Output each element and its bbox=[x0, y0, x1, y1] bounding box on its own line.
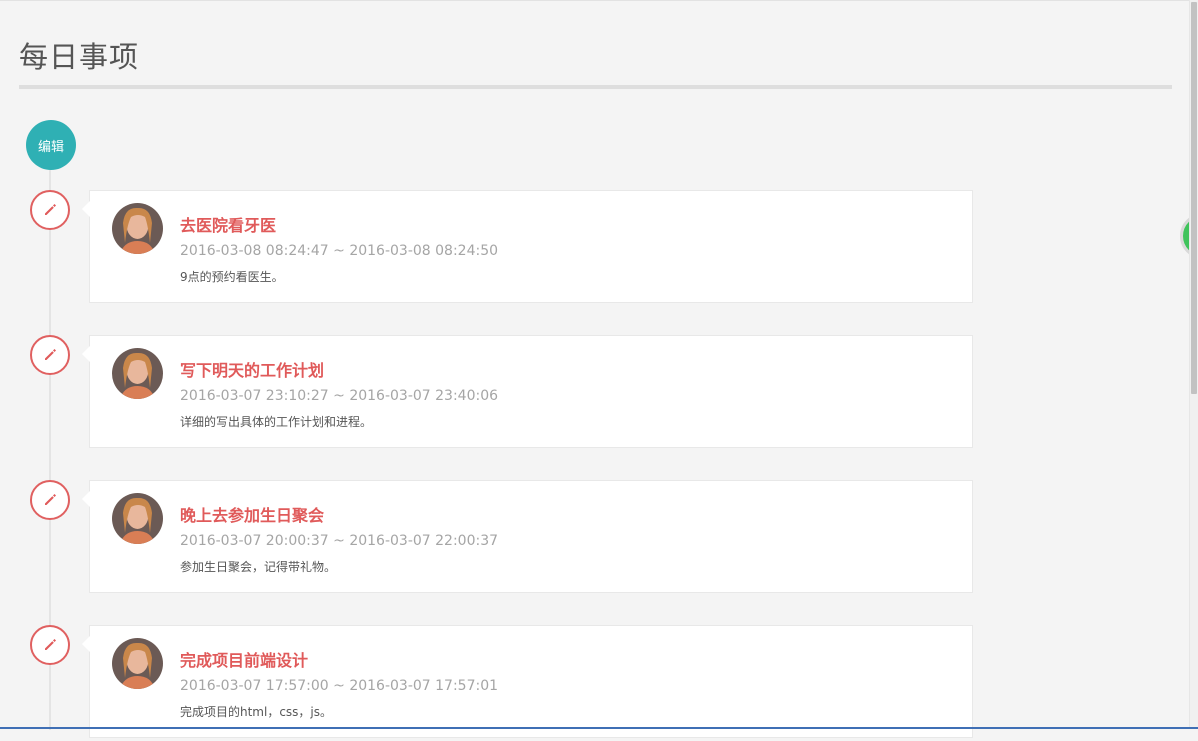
task-description: 完成项目的html，css，js。 bbox=[180, 705, 333, 719]
avatar bbox=[112, 348, 163, 399]
task-title[interactable]: 去医院看牙医 bbox=[180, 212, 276, 236]
task-time-range: 2016-03-07 23:10:27 ~ 2016-03-07 23:40:0… bbox=[180, 388, 499, 404]
avatar bbox=[112, 493, 163, 544]
task-title[interactable]: 写下明天的工作计划 bbox=[180, 357, 324, 381]
task-time-range: 2016-03-07 17:57:00 ~ 2016-03-07 17:57:0… bbox=[180, 678, 499, 694]
timeline-item: 完成项目前端设计 2016-03-07 17:57:00 ~ 2016-03-0… bbox=[0, 625, 1000, 741]
card-pointer bbox=[82, 636, 90, 652]
edit-item-button[interactable] bbox=[30, 625, 70, 665]
task-time-range: 2016-03-08 08:24:47 ~ 2016-03-08 08:24:5… bbox=[180, 243, 499, 259]
scrollbar-thumb[interactable] bbox=[1191, 2, 1197, 394]
edit-item-button[interactable] bbox=[30, 480, 70, 520]
title-divider bbox=[19, 85, 1172, 89]
task-description: 9点的预约看医生。 bbox=[180, 270, 284, 284]
vertical-scrollbar[interactable] bbox=[1189, 0, 1198, 729]
edit-item-button[interactable] bbox=[30, 190, 70, 230]
timeline-item: 写下明天的工作计划 2016-03-07 23:10:27 ~ 2016-03-… bbox=[0, 335, 1000, 451]
task-description: 参加生日聚会，记得带礼物。 bbox=[180, 560, 337, 574]
task-card: 晚上去参加生日聚会 2016-03-07 20:00:37 ~ 2016-03-… bbox=[82, 480, 973, 593]
task-title[interactable]: 晚上去参加生日聚会 bbox=[180, 502, 324, 526]
task-card: 写下明天的工作计划 2016-03-07 23:10:27 ~ 2016-03-… bbox=[82, 335, 973, 448]
pencil-icon bbox=[45, 204, 56, 215]
edit-item-button[interactable] bbox=[30, 335, 70, 375]
task-card: 完成项目前端设计 2016-03-07 17:57:00 ~ 2016-03-0… bbox=[82, 625, 973, 738]
card-pointer bbox=[82, 201, 90, 217]
card-pointer bbox=[82, 491, 90, 507]
edit-button[interactable]: 编辑 bbox=[26, 120, 76, 170]
timeline-item: 晚上去参加生日聚会 2016-03-07 20:00:37 ~ 2016-03-… bbox=[0, 480, 1000, 596]
task-description: 详细的写出具体的工作计划和进程。 bbox=[180, 415, 373, 429]
task-card: 去医院看牙医 2016-03-08 08:24:47 ~ 2016-03-08 … bbox=[82, 190, 973, 303]
top-border bbox=[0, 0, 1190, 1]
task-title[interactable]: 完成项目前端设计 bbox=[180, 647, 308, 671]
avatar bbox=[112, 203, 163, 254]
pencil-icon bbox=[45, 639, 56, 650]
pencil-icon bbox=[45, 349, 56, 360]
avatar bbox=[112, 638, 163, 689]
task-time-range: 2016-03-07 20:00:37 ~ 2016-03-07 22:00:3… bbox=[180, 533, 499, 549]
page-title: 每日事项 bbox=[19, 40, 140, 74]
pencil-icon bbox=[45, 494, 56, 505]
timeline-item: 去医院看牙医 2016-03-08 08:24:47 ~ 2016-03-08 … bbox=[0, 190, 1000, 306]
card-pointer bbox=[82, 346, 90, 362]
